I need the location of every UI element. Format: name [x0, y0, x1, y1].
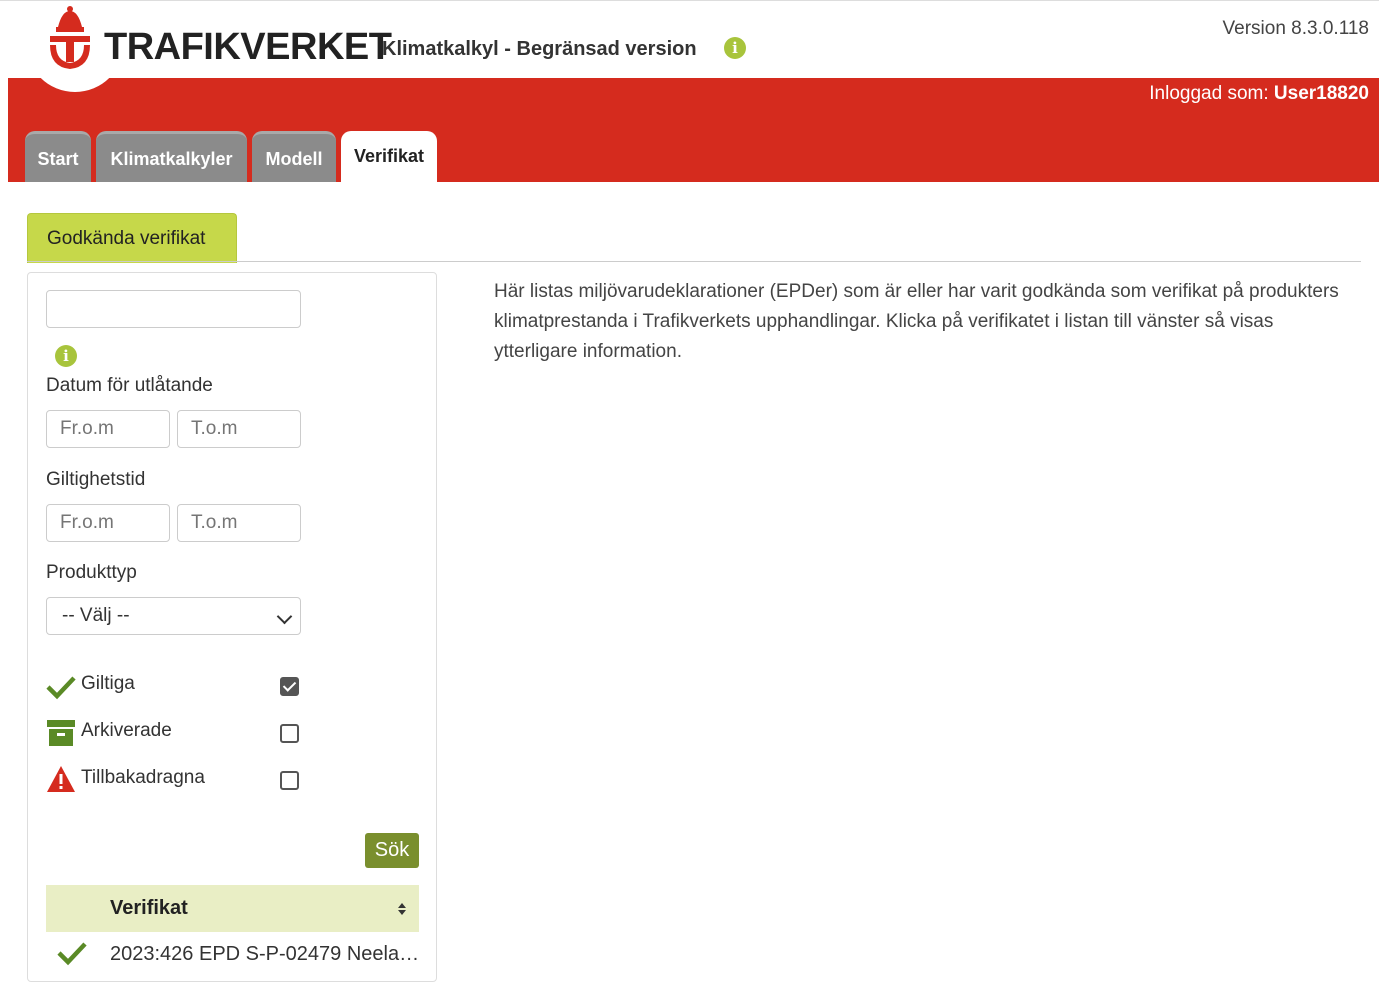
version-text: Version 8.3.0.118 — [1222, 18, 1369, 39]
product-type-value: -- Välj -- — [62, 605, 130, 626]
login-label: Inloggad som: — [1149, 83, 1269, 104]
date-to-input[interactable] — [177, 410, 301, 448]
top-border — [0, 0, 1379, 1]
product-type-label: Produkttyp — [46, 562, 137, 583]
validity-from-input[interactable] — [46, 504, 170, 542]
date-label: Datum för utlåtande — [46, 375, 213, 396]
brand-name: TRAFIKVERKET — [104, 26, 392, 68]
validity-label: Giltighetstid — [46, 469, 146, 490]
table-header-label: Verifikat — [110, 897, 188, 919]
archive-icon — [47, 720, 75, 746]
validity-to-input[interactable] — [177, 504, 301, 542]
option-giltiga-label: Giltiga — [81, 673, 135, 694]
app-title: Klimatkalkyl - Begränsad version — [382, 38, 697, 60]
search-button[interactable]: Sök — [365, 833, 419, 868]
info-icon[interactable]: i — [724, 37, 746, 59]
search-input[interactable] — [46, 290, 301, 328]
chevron-down-icon — [276, 608, 293, 625]
tillbakadragna-checkbox[interactable] — [280, 771, 299, 790]
table-header-verifikat[interactable]: Verifikat — [46, 885, 419, 932]
tab-start[interactable]: Start — [25, 131, 91, 182]
subtab-godkanda-verifikat[interactable]: Godkända verifikat — [27, 213, 237, 263]
option-arkiverade-label: Arkiverade — [81, 720, 172, 741]
subtab-divider — [27, 261, 1361, 262]
table-row[interactable]: 2023:426 EPD S-P-02479 Neelam Steel Pipe… — [110, 943, 420, 966]
tab-verifikat[interactable]: Verifikat — [341, 131, 437, 182]
tab-klimatkalkyler[interactable]: Klimatkalkyler — [96, 131, 247, 182]
option-tillbakadragna-label: Tillbakadragna — [81, 767, 205, 788]
search-info-icon[interactable]: i — [55, 345, 77, 367]
username: User18820 — [1273, 83, 1369, 104]
date-from-input[interactable] — [46, 410, 170, 448]
giltiga-checkbox[interactable] — [280, 677, 299, 696]
description-text: Här listas miljövarudeklarationer (EPDer… — [494, 281, 1339, 362]
login-status: Inloggad som: User18820 — [1149, 83, 1369, 105]
arkiverade-checkbox[interactable] — [280, 724, 299, 743]
trafikverket-logo-icon — [50, 6, 90, 69]
sort-icon — [398, 903, 406, 915]
row-check-icon — [57, 942, 87, 966]
check-icon — [46, 676, 76, 700]
product-type-select[interactable]: -- Välj -- — [46, 597, 301, 635]
warning-icon — [47, 766, 75, 792]
tab-modell[interactable]: Modell — [252, 131, 336, 182]
